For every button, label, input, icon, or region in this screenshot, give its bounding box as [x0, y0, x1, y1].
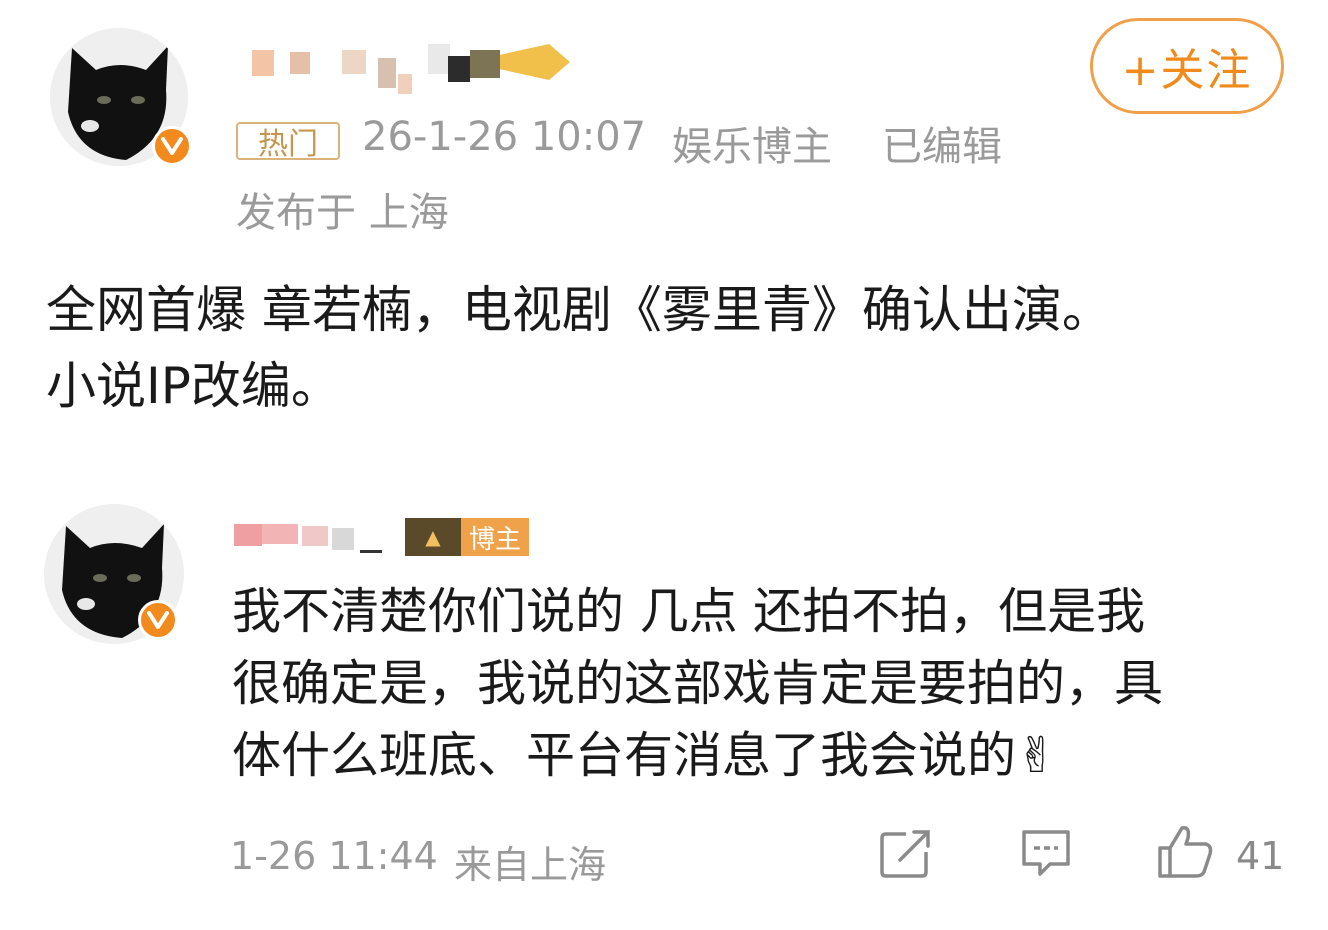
post-author-name[interactable] [238, 36, 573, 98]
comment-content: 我不清楚你们说的 几点 还拍不拍，但是我 很确定是，我说的这部戏肯定是要拍的，具… [232, 576, 1312, 792]
post-text-line: 全网首爆 章若楠，电视剧《雾里青》确认出演。 [46, 281, 1112, 339]
follow-button-label: +关注 [1121, 45, 1253, 96]
like-count: 41 [1236, 834, 1285, 878]
hot-tag-badge: 热门 [236, 122, 340, 162]
comment-source: 来自上海 [454, 843, 607, 887]
comment-icon[interactable] [1018, 826, 1074, 880]
comment-author-name[interactable] [232, 516, 392, 562]
verified-v-icon [152, 126, 192, 166]
hot-tag-label: 热门 [258, 127, 318, 162]
share-icon[interactable] [878, 828, 934, 880]
medal-icon: ▲ [405, 518, 461, 556]
post-text-line: 小说IP改编。 [46, 357, 341, 415]
follow-button[interactable]: +关注 [1090, 18, 1284, 114]
blogger-badge-label: 博主 [461, 518, 529, 556]
thumbs-up-icon[interactable] [1156, 822, 1216, 880]
post-edited-label[interactable]: 已编辑 [882, 114, 1002, 172]
post-location: 发布于 上海 [236, 190, 449, 236]
post-timestamp: 26-1-26 10:07 [362, 114, 647, 160]
comment-text-line: 体什么班底、平台有消息了我会说的✌ [232, 727, 1058, 784]
comment-text-line: 很确定是，我说的这部戏肯定是要拍的，具 [232, 655, 1164, 712]
post-content: 全网首爆 章若楠，电视剧《雾里青》确认出演。 小说IP改编。 [46, 272, 1296, 424]
post-author-role: 娱乐博主 [672, 124, 832, 170]
blogger-badge: ▲ 博主 [405, 518, 529, 556]
verified-v-icon [138, 600, 178, 640]
comment-timestamp: 1-26 11:44 [230, 834, 438, 878]
comment-text-line: 我不清楚你们说的 几点 还拍不拍，但是我 [232, 583, 1146, 640]
